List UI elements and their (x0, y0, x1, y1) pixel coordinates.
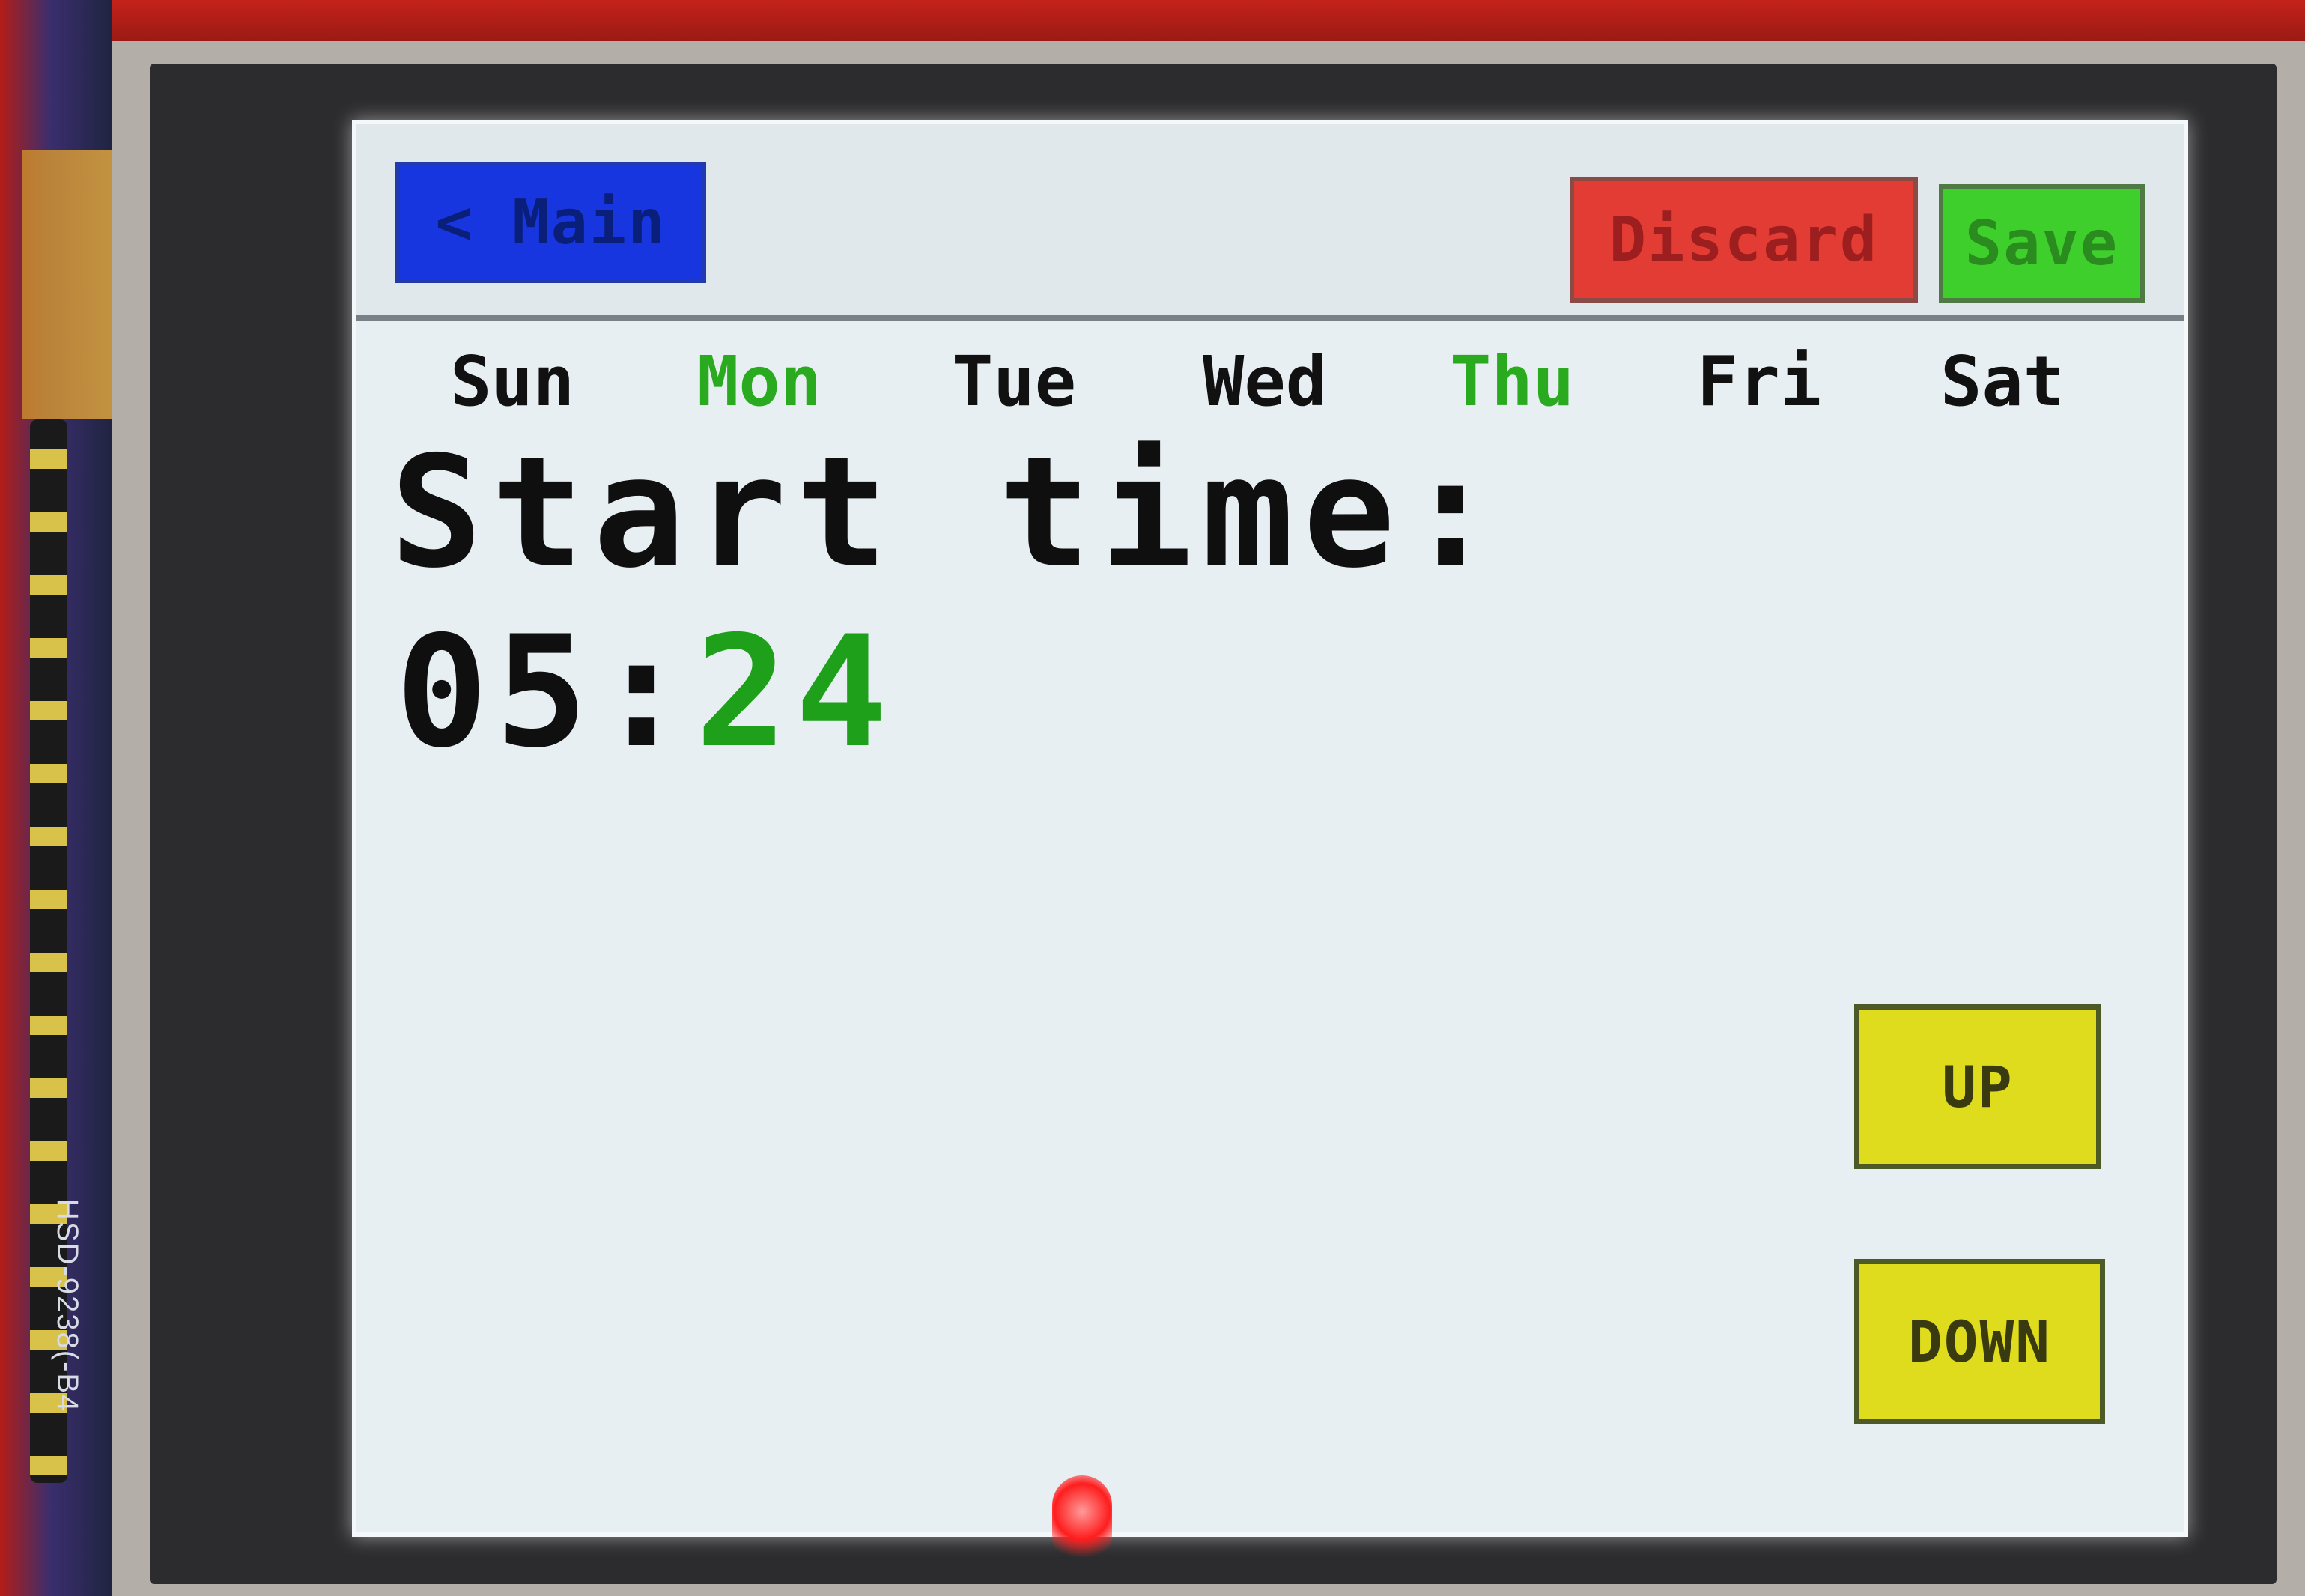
day-fri[interactable]: Fri (1697, 342, 1821, 422)
power-led (1052, 1475, 1112, 1565)
up-button[interactable]: UP (1854, 1004, 2101, 1169)
time-minutes[interactable]: 24 (695, 604, 895, 782)
back-main-button[interactable]: < Main (395, 162, 706, 283)
day-mon[interactable]: Mon (697, 342, 822, 422)
day-thu[interactable]: Thu (1450, 342, 1574, 422)
weekday-selector: Sun Mon Tue Wed Thu Fri Sat (356, 319, 2184, 439)
time-hours[interactable]: 05 (395, 604, 595, 782)
silkscreen-label: HSD-9238(-B4 (51, 1198, 84, 1413)
day-wed[interactable]: Wed (1203, 342, 1327, 422)
ribbon-cable (22, 150, 112, 419)
day-sat[interactable]: Sat (1940, 342, 2065, 422)
start-time-label: Start time: (390, 424, 1506, 602)
start-time-value: 05:24 (395, 604, 895, 782)
down-button[interactable]: DOWN (1854, 1259, 2105, 1424)
time-separator: : (595, 604, 696, 782)
day-sun[interactable]: Sun (450, 342, 574, 422)
day-tue[interactable]: Tue (952, 342, 1076, 422)
top-bar: < Main Discard Save (356, 124, 2184, 321)
lcd-screen: < Main Discard Save Sun Mon Tue Wed Thu … (352, 120, 2188, 1537)
discard-button[interactable]: Discard (1570, 177, 1918, 303)
save-button[interactable]: Save (1939, 184, 2145, 303)
